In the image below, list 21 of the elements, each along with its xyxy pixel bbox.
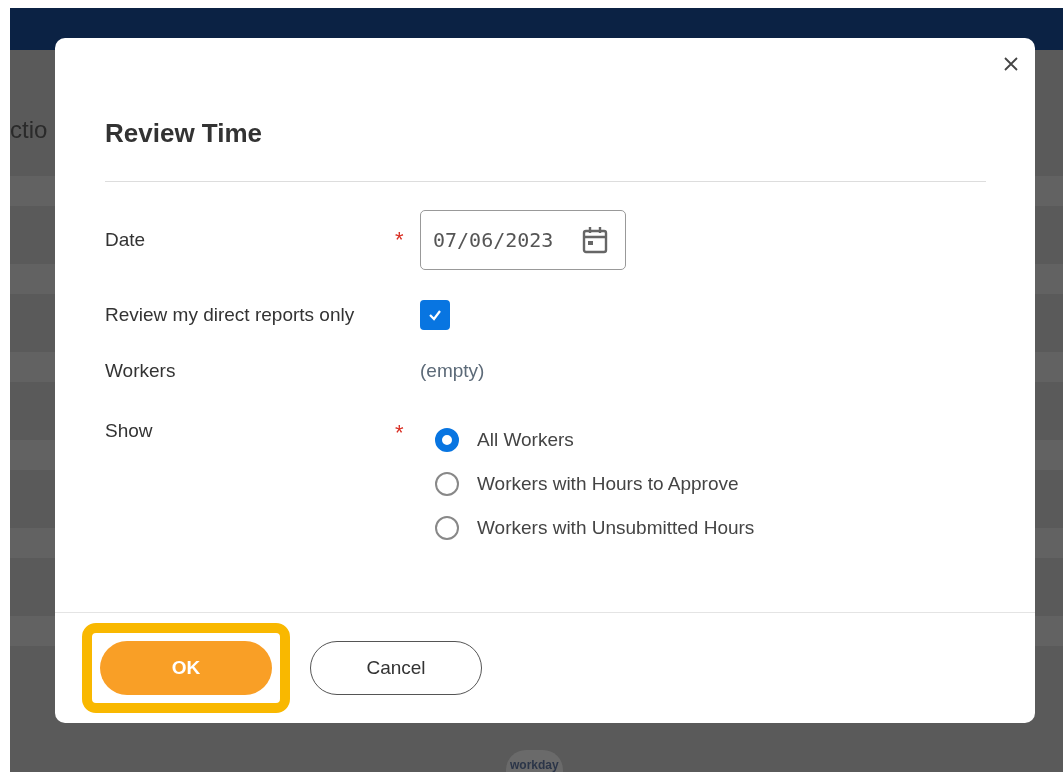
cancel-button[interactable]: Cancel (310, 641, 482, 695)
logo: workday (506, 750, 563, 772)
radio-label[interactable]: All Workers (477, 429, 574, 451)
field-label: Show (105, 420, 154, 442)
calendar-icon[interactable] (581, 225, 609, 255)
dialog-title: Review Time (105, 118, 264, 149)
checkbox[interactable] (420, 300, 450, 330)
radio-button[interactable] (435, 472, 459, 496)
required-mark: * (395, 420, 404, 445)
date-field[interactable]: 07/06/2023 (420, 210, 626, 270)
field-value: (empty) (420, 360, 485, 382)
check-icon (427, 308, 443, 322)
field-label: Date (105, 229, 147, 251)
radio-label[interactable]: Workers with Unsubmitted Hours (477, 517, 755, 539)
required-mark: * (395, 227, 404, 252)
radio-button[interactable] (435, 428, 459, 452)
field-label: Review my direct reports only (105, 304, 356, 326)
close-icon[interactable] (1003, 56, 1019, 72)
field-label: Workers (105, 360, 177, 382)
radio-button[interactable] (435, 516, 459, 540)
radio-label[interactable]: Workers with Hours to Approve (477, 473, 739, 495)
